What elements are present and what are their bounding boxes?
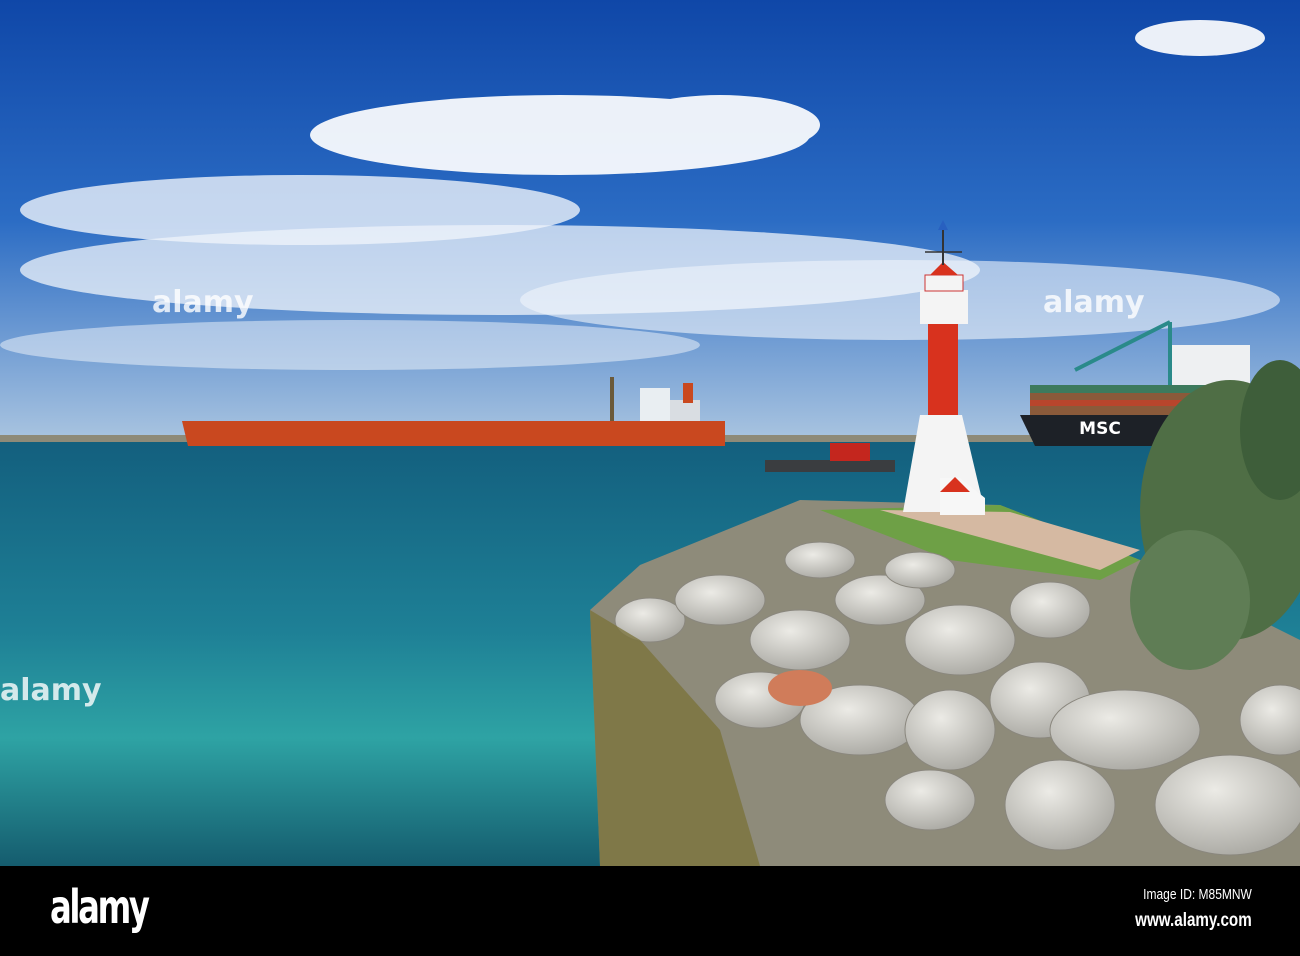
alamy-logo: alamy [50,880,150,934]
website-link[interactable]: www.alamy.com [1135,910,1252,932]
footer-bar: alamy Image ID: M85MNW www.alamy.com [0,866,1300,956]
image-id: Image ID: M85MNW [1143,886,1252,903]
svg-text:alamy: alamy [152,285,254,320]
svg-text:alamy: alamy [0,673,102,708]
svg-text:alamy: alamy [1043,285,1145,320]
stock-photo: MSC alamy alamy alamy alamy Image ID: M8… [0,0,1300,956]
ship-hull-label: MSC [1079,419,1121,439]
harbour-scene: MSC alamy alamy alamy [0,0,1300,866]
